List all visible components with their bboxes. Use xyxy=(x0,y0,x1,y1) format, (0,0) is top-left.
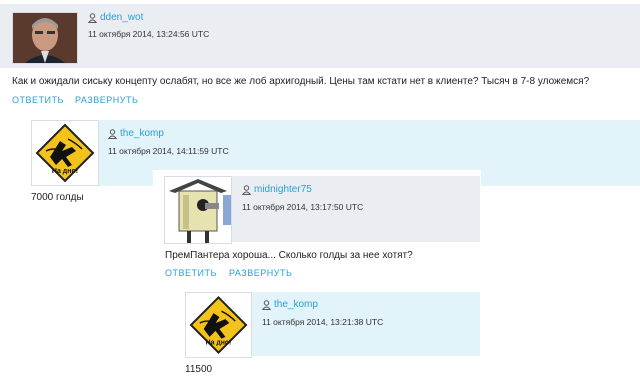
birdhouse-icon xyxy=(165,177,231,243)
warning-sign-icon: На дно! xyxy=(32,121,98,185)
timestamp: 11 октября 2014, 14:11:59 UTC xyxy=(108,146,229,156)
reply-button[interactable]: ОТВЕТИТЬ xyxy=(165,268,217,278)
comment-text: 7000 голды xyxy=(31,192,84,203)
username[interactable]: the_komp xyxy=(274,299,318,310)
warning-sign-icon: На дно! xyxy=(186,293,251,357)
expand-button[interactable]: РАЗВЕРНУТЬ xyxy=(229,268,292,278)
timestamp: 11 октября 2014, 13:21:38 UTC xyxy=(262,317,384,327)
username[interactable]: midnighter75 xyxy=(254,184,312,195)
user-icon xyxy=(262,299,271,310)
user-icon xyxy=(88,12,97,23)
comment-text: ПремПантера хороша... Сколько голды за н… xyxy=(165,250,413,261)
timestamp: 11 октября 2014, 13:24:56 UTC xyxy=(88,29,210,39)
user-link[interactable]: the_komp xyxy=(262,299,318,310)
user-link[interactable]: the_komp xyxy=(108,128,164,139)
avatar[interactable] xyxy=(12,12,78,64)
comment-text: Как и ожидали сиську концепту ослабят, н… xyxy=(12,76,590,87)
expand-button[interactable]: РАЗВЕРНУТЬ xyxy=(75,95,138,105)
user-link[interactable]: midnighter75 xyxy=(242,184,312,195)
reply-button[interactable]: ОТВЕТИТЬ xyxy=(12,95,64,105)
timestamp: 11 октября 2014, 13:17:50 UTC xyxy=(242,202,364,212)
avatar[interactable] xyxy=(164,176,232,244)
comment-text: 11500 xyxy=(185,364,213,375)
avatar[interactable]: На дно! xyxy=(185,292,252,358)
sign-label: На дно! xyxy=(52,168,78,175)
sign-label: На дно! xyxy=(206,340,232,347)
username[interactable]: dden_wot xyxy=(100,12,143,23)
user-link[interactable]: dden_wot xyxy=(88,12,143,23)
user-icon xyxy=(108,128,117,139)
user-photo-icon xyxy=(13,13,77,63)
user-icon xyxy=(242,184,251,195)
avatar[interactable]: На дно! xyxy=(31,120,99,186)
username[interactable]: the_komp xyxy=(120,128,164,139)
